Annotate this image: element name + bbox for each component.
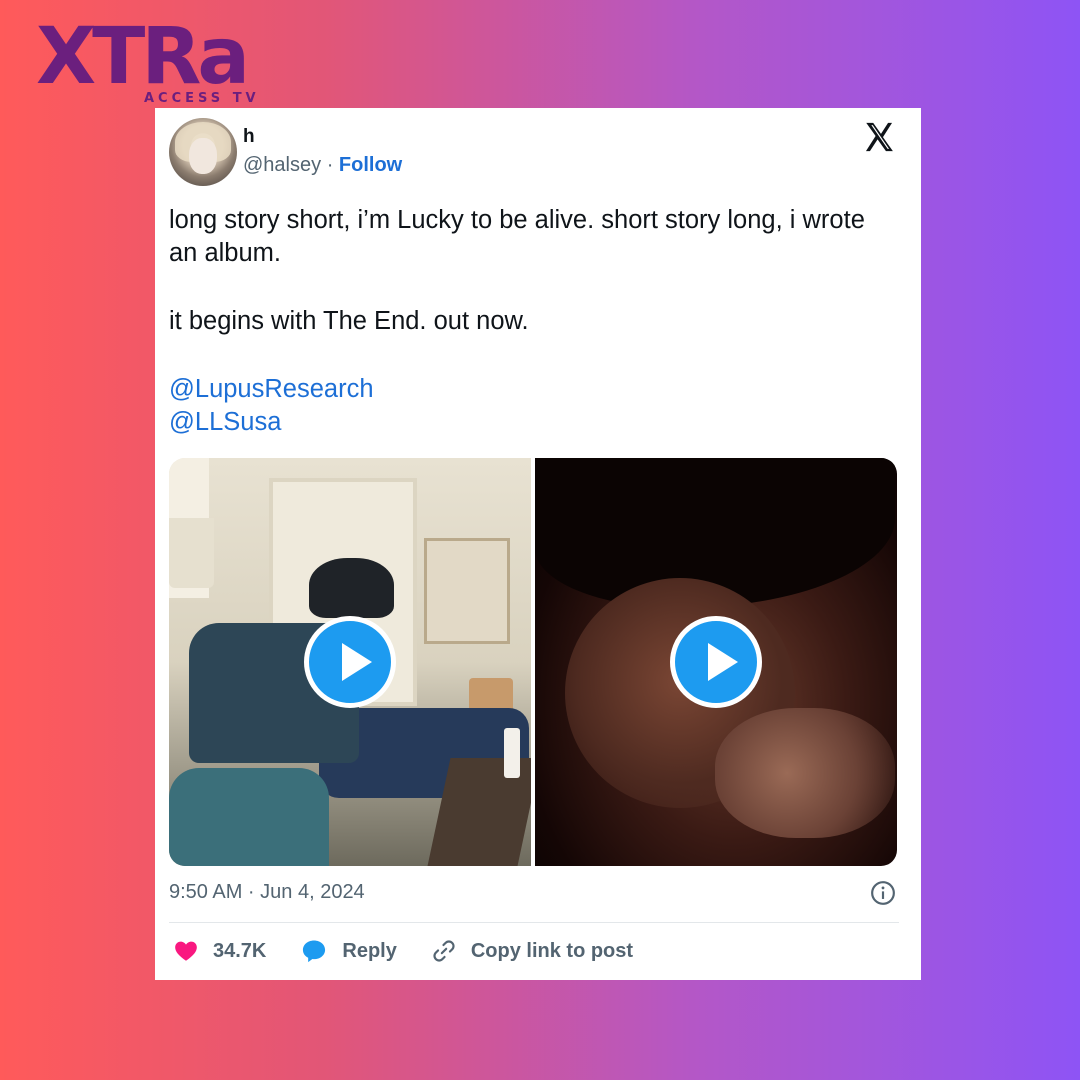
armchair (169, 768, 329, 866)
tweet-text: long story short, i’m Lucky to be alive.… (169, 204, 899, 439)
beanie (309, 558, 394, 618)
like-button[interactable]: 34.7K (173, 938, 266, 964)
handle-row: @halsey · Follow (243, 154, 402, 177)
mention-link[interactable]: @LLSusa (169, 406, 899, 439)
brand-logo: XTRa ACCESS TV (36, 18, 296, 110)
play-icon[interactable] (670, 616, 762, 708)
follow-button[interactable]: Follow (339, 154, 402, 176)
heart-icon (175, 941, 197, 961)
copy-link-label: Copy link to post (470, 939, 634, 962)
link-icon (433, 940, 455, 962)
display-name[interactable]: h (243, 126, 255, 148)
info-icon[interactable] (870, 880, 896, 906)
avatar[interactable] (169, 118, 237, 186)
handle[interactable]: @halsey (243, 154, 321, 176)
tweet-card: h @halsey · Follow long story short, i’m… (155, 108, 921, 980)
tweet-timestamp[interactable]: 9:50 AM · Jun 4, 2024 (169, 881, 365, 904)
copy-link-button[interactable]: Copy link to post (431, 938, 633, 964)
action-bar: 34.7K Reply Copy link to post (173, 936, 667, 966)
x-logo-icon[interactable] (862, 120, 896, 154)
brand-tagline: ACCESS TV (144, 91, 260, 106)
lamp-shade (169, 518, 214, 588)
handle-separator: · (326, 154, 334, 176)
divider (169, 922, 899, 923)
like-count: 34.7K (213, 939, 267, 962)
brand-wordmark: XTRa (36, 12, 250, 102)
wall-art (424, 538, 510, 644)
media-grid (169, 458, 897, 866)
bottle (504, 728, 520, 778)
video-thumbnail-right[interactable] (535, 458, 897, 866)
mention-link[interactable]: @LupusResearch (169, 373, 899, 406)
reply-button[interactable]: Reply (300, 937, 397, 965)
avatar-face (189, 138, 217, 174)
video-thumbnail-left[interactable] (169, 458, 531, 866)
hands (715, 708, 895, 838)
tweet-paragraph-2: it begins with The End. out now. (169, 307, 529, 335)
play-icon[interactable] (304, 616, 396, 708)
tweet-paragraph-1: long story short, i’m Lucky to be alive.… (169, 206, 865, 267)
speech-bubble-icon (303, 940, 326, 963)
reply-label: Reply (342, 939, 397, 962)
